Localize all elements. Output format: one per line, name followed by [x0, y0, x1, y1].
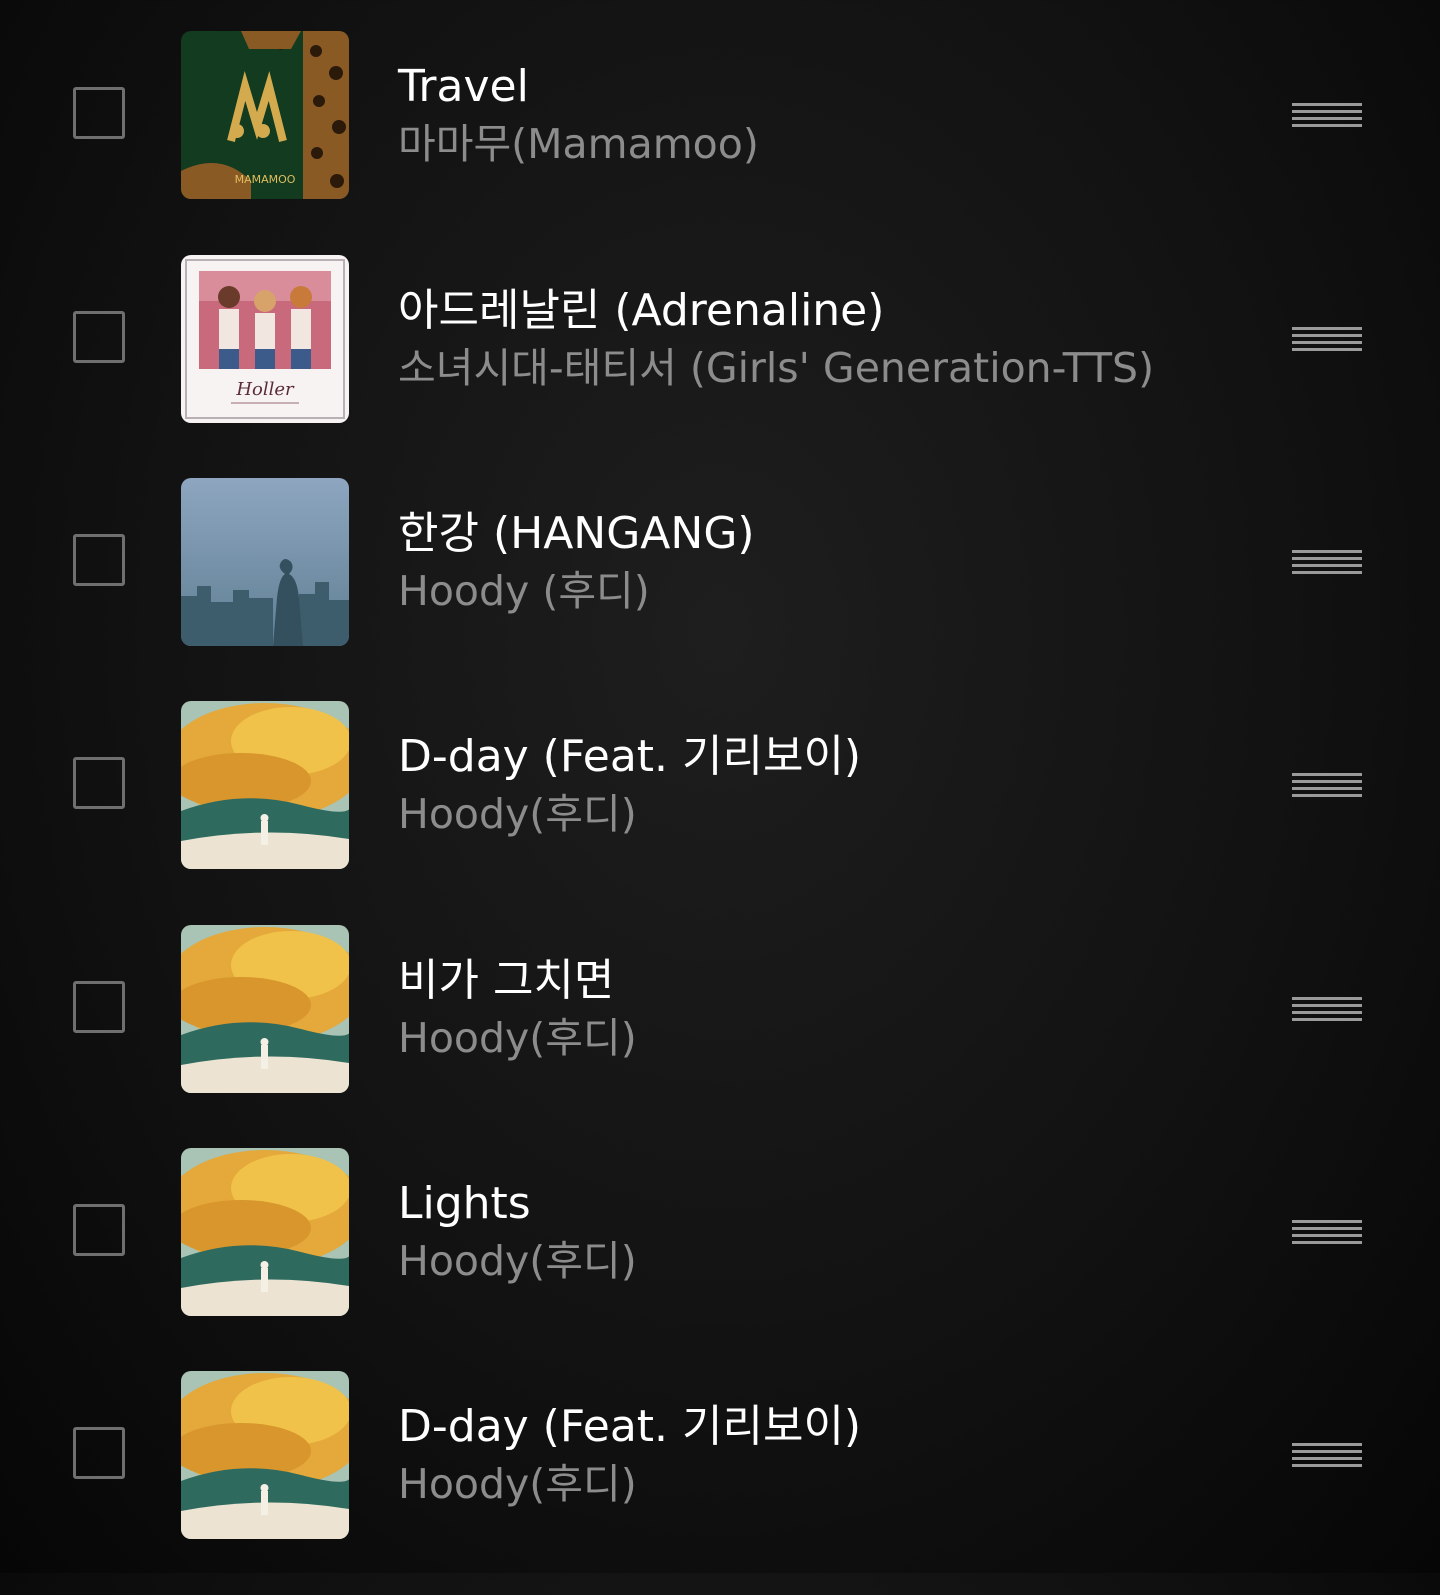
track-row[interactable]: MAMAMOO Travel 마마무(Mamamoo)	[0, 31, 1440, 255]
drag-handle-icon[interactable]	[1292, 327, 1362, 351]
checkbox-unchecked-icon[interactable]	[73, 87, 125, 139]
art-logo: Holler	[235, 379, 295, 400]
album-art	[181, 478, 349, 646]
on-and-on-cover-icon	[181, 1148, 349, 1316]
track-artist: Hoody(후디)	[398, 1014, 637, 1062]
album-art	[181, 1371, 349, 1539]
track-title: 비가 그치면	[398, 955, 615, 1006]
checkbox-unchecked-icon[interactable]	[73, 311, 125, 363]
drag-handle-icon[interactable]	[1292, 1443, 1362, 1467]
drag-handle-icon[interactable]	[1292, 550, 1362, 574]
album-art	[181, 925, 349, 1093]
album-art	[181, 1148, 349, 1316]
track-artist: Hoody (후디)	[398, 567, 650, 615]
checkbox-unchecked-icon[interactable]	[73, 1427, 125, 1479]
drag-handle-icon[interactable]	[1292, 1220, 1362, 1244]
art-logo: MAMAMOO	[235, 173, 296, 186]
on-and-on-cover-icon	[181, 701, 349, 869]
checkbox-unchecked-icon[interactable]	[73, 534, 125, 586]
drag-handle-icon[interactable]	[1292, 103, 1362, 127]
track-title: D-day (Feat. 기리보이)	[398, 731, 862, 782]
track-row[interactable]: D-day (Feat. 기리보이) Hoody(후디)	[0, 1371, 1440, 1595]
track-title: Lights	[398, 1178, 531, 1229]
hangang-cover-icon	[181, 478, 349, 646]
drag-handle-icon[interactable]	[1292, 773, 1362, 797]
track-artist: Hoody(후디)	[398, 1237, 637, 1285]
drag-handle-icon[interactable]	[1292, 997, 1362, 1021]
checkbox-unchecked-icon[interactable]	[73, 757, 125, 809]
track-row[interactable]: D-day (Feat. 기리보이) Hoody(후디)	[0, 701, 1440, 925]
checkbox-unchecked-icon[interactable]	[73, 981, 125, 1033]
track-row[interactable]: Lights Hoody(후디)	[0, 1148, 1440, 1372]
track-list: MAMAMOO Travel 마마무(Mamamoo) Holler 아드레날린…	[0, 0, 1440, 1573]
track-row[interactable]: 한강 (HANGANG) Hoody (후디)	[0, 478, 1440, 702]
track-artist: Hoody(후디)	[398, 1460, 637, 1508]
track-title: 한강 (HANGANG)	[398, 508, 755, 559]
track-title: D-day (Feat. 기리보이)	[398, 1401, 862, 1452]
track-title: Travel	[398, 61, 529, 112]
track-artist: 소녀시대-태티서 (Girls' Generation-TTS)	[398, 344, 1155, 392]
holler-cover-icon: Holler	[181, 255, 349, 423]
album-art: Holler	[181, 255, 349, 423]
on-and-on-cover-icon	[181, 925, 349, 1093]
track-artist: 마마무(Mamamoo)	[398, 120, 759, 168]
track-artist: Hoody(후디)	[398, 790, 637, 838]
on-and-on-cover-icon	[181, 1371, 349, 1539]
track-title: 아드레날린 (Adrenaline)	[398, 285, 885, 336]
mamamoo-travel-cover-icon: MAMAMOO	[181, 31, 349, 199]
checkbox-unchecked-icon[interactable]	[73, 1204, 125, 1256]
album-art	[181, 701, 349, 869]
track-row[interactable]: Holler 아드레날린 (Adrenaline) 소녀시대-태티서 (Girl…	[0, 255, 1440, 479]
track-row[interactable]: 비가 그치면 Hoody(후디)	[0, 925, 1440, 1149]
album-art: MAMAMOO	[181, 31, 349, 199]
